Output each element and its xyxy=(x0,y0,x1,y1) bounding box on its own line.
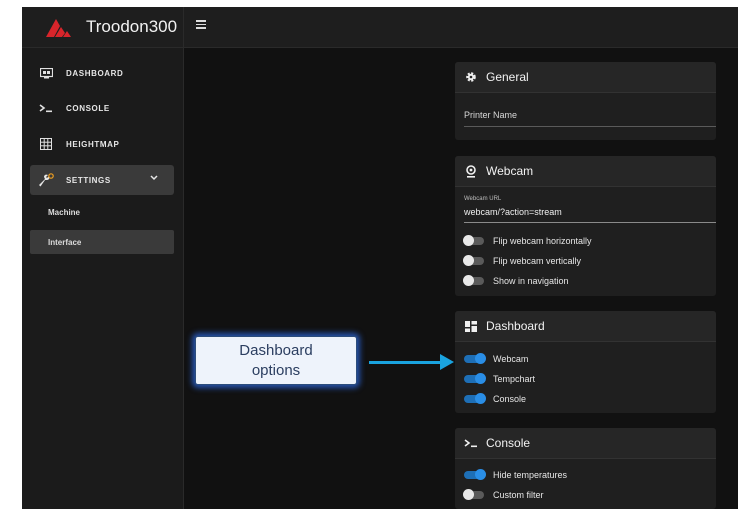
webcam-url-label: Webcam URL xyxy=(464,196,502,202)
webcam-card: Webcam Webcam URL webcam/?action=stream … xyxy=(455,156,716,296)
toggle-label: Webcam xyxy=(493,354,529,364)
switch-track[interactable] xyxy=(463,255,484,266)
sidebar-item-heightmap[interactable]: HEIGHTMAP xyxy=(30,132,174,156)
brand-title: Troodon300 xyxy=(86,17,178,36)
menu-icon[interactable] xyxy=(196,20,206,29)
webcam-url-input[interactable]: webcam/?action=stream xyxy=(464,207,562,217)
dashboard-icon xyxy=(464,319,478,333)
toggle-custom-filter[interactable]: Custom filter xyxy=(463,489,544,500)
general-card-header: General xyxy=(455,62,716,93)
printer-name-label: Printer Name xyxy=(464,110,518,120)
switch-track[interactable] xyxy=(464,469,486,480)
toggle-label: Show in navigation xyxy=(493,276,569,286)
toggle-flip-horizontal[interactable]: Flip webcam horizontally xyxy=(463,235,592,246)
card-title: Webcam xyxy=(486,164,534,178)
brand: Troodon300 xyxy=(22,7,183,48)
switch-track[interactable] xyxy=(464,393,486,404)
webcam-url-underline xyxy=(464,222,716,223)
sidebar-item-label: DASHBOARD xyxy=(66,68,124,78)
switch-track[interactable] xyxy=(464,353,486,364)
toggle-webcam[interactable]: Webcam xyxy=(464,353,529,364)
general-card: General Printer Name xyxy=(455,62,716,140)
toggle-label: Console xyxy=(493,394,527,404)
sidebar-item-console[interactable]: CONSOLE xyxy=(30,96,174,120)
terminal-icon xyxy=(464,436,478,450)
wrench-gear-icon xyxy=(38,173,54,187)
callout-line-1: Dashboard xyxy=(239,341,313,359)
terminal-icon xyxy=(38,101,54,115)
toggle-flip-vertical[interactable]: Flip webcam vertically xyxy=(463,255,582,266)
webcam-icon xyxy=(464,164,478,178)
card-title: General xyxy=(486,70,529,84)
printer-name-field[interactable] xyxy=(464,126,716,127)
webcam-card-header: Webcam xyxy=(455,156,716,187)
toggle-show-in-navigation[interactable]: Show in navigation xyxy=(463,275,569,286)
card-title: Console xyxy=(486,436,531,450)
callout-arrow-shaft xyxy=(369,361,444,364)
toggle-tempchart[interactable]: Tempchart xyxy=(464,373,536,384)
dashboard-card-header: Dashboard xyxy=(455,311,716,342)
console-card: Console Hide temperatures Custom filter xyxy=(455,428,716,509)
dashboard-options-callout: Dashboard options xyxy=(195,336,357,385)
top-app-bar xyxy=(184,7,738,48)
chevron-down-icon xyxy=(150,175,158,181)
sidebar: Troodon300 DASHBOARD CONSOLE HEIGHTMAP S xyxy=(22,7,184,509)
switch-track[interactable] xyxy=(463,235,484,246)
monitor-icon xyxy=(38,66,54,80)
toggle-hide-temperatures[interactable]: Hide temperatures xyxy=(464,469,568,480)
switch-track[interactable] xyxy=(463,275,484,286)
sidebar-subitem-interface[interactable]: Interface xyxy=(30,230,174,254)
switch-track[interactable] xyxy=(463,489,484,500)
sidebar-item-label: HEIGHTMAP xyxy=(66,139,120,149)
toggle-label: Flip webcam horizontally xyxy=(493,236,592,246)
brand-logo-icon xyxy=(46,19,71,37)
toggle-label: Hide temperatures xyxy=(493,470,568,480)
console-card-header: Console xyxy=(455,428,716,459)
card-title: Dashboard xyxy=(486,319,545,333)
grid-icon xyxy=(38,137,54,151)
toggle-console[interactable]: Console xyxy=(464,393,527,404)
arrow-right-icon xyxy=(440,354,454,370)
callout-line-2: options xyxy=(251,361,301,379)
toggle-label: Tempchart xyxy=(493,374,536,384)
sidebar-item-label: CONSOLE xyxy=(66,103,110,113)
sidebar-subitem-machine[interactable]: Machine xyxy=(30,200,174,224)
toggle-label: Flip webcam vertically xyxy=(493,256,582,266)
toggle-label: Custom filter xyxy=(493,490,544,500)
switch-track[interactable] xyxy=(464,373,486,384)
sidebar-item-dashboard[interactable]: DASHBOARD xyxy=(30,61,174,85)
sidebar-item-label: SETTINGS xyxy=(66,175,111,185)
gear-icon xyxy=(464,70,478,84)
dashboard-card: Dashboard Webcam Tempchart Console xyxy=(455,311,716,413)
sidebar-item-settings[interactable]: SETTINGS xyxy=(30,165,174,195)
